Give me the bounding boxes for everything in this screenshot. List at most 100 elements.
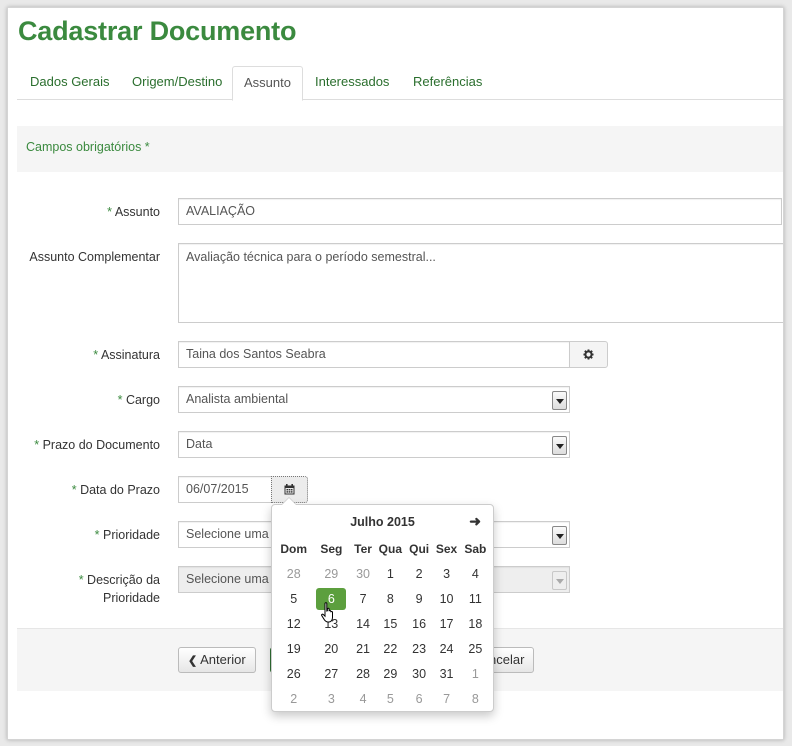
data-prazo-input[interactable]: 06/07/2015 — [178, 476, 272, 503]
datepicker-day[interactable]: 30 — [406, 661, 433, 686]
chevron-down-icon[interactable] — [552, 391, 567, 410]
datepicker-day[interactable]: 3 — [311, 686, 351, 711]
datepicker-week-row: 28 29 30 1 2 3 4 — [276, 561, 490, 586]
datepicker-day[interactable]: 4 — [461, 561, 490, 586]
datepicker-day[interactable]: 22 — [375, 636, 406, 661]
hand-cursor-icon — [321, 602, 333, 623]
datepicker-day[interactable]: 29 — [311, 561, 351, 586]
datepicker-day[interactable]: 25 — [461, 636, 490, 661]
datepicker-day-label: 30 — [356, 566, 370, 581]
required-mark: * — [107, 205, 113, 219]
datepicker-day[interactable]: 10 — [432, 586, 460, 611]
datepicker-week-row: 5 6 7 8 9 10 11 — [276, 586, 490, 611]
weekday-header: Qui — [409, 542, 430, 556]
datepicker-day[interactable]: 8 — [375, 586, 406, 611]
datepicker-day[interactable]: 29 — [375, 661, 406, 686]
datepicker-day[interactable]: 28 — [276, 561, 311, 586]
datepicker-day-label: 21 — [356, 641, 370, 656]
datepicker-day-label: 22 — [383, 641, 398, 656]
datepicker-day-label: 6 — [415, 691, 423, 706]
assunto-input[interactable]: AVALIAÇÃO — [178, 198, 782, 225]
datepicker-week-row: 19 20 21 22 23 24 25 — [276, 636, 490, 661]
cargo-select[interactable]: Analista ambiental — [178, 386, 570, 413]
datepicker-day[interactable]: 9 — [406, 586, 433, 611]
datepicker-day-label: 29 — [324, 566, 339, 581]
assunto-complementar-textarea[interactable]: Avaliação técnica para o período semestr… — [178, 243, 783, 323]
datepicker-day-label: 28 — [356, 666, 370, 681]
arrow-right-icon[interactable]: ➜ — [469, 513, 481, 530]
datepicker-day[interactable]: 6 — [406, 686, 433, 711]
datepicker-day[interactable]: 23 — [406, 636, 433, 661]
datepicker-day[interactable]: 2 — [406, 561, 433, 586]
datepicker-day-label: 30 — [412, 666, 427, 681]
datepicker-day[interactable]: 11 — [461, 586, 490, 611]
datepicker-day[interactable]: 16 — [406, 611, 433, 636]
datepicker-day[interactable]: 7 — [432, 686, 460, 711]
prazo-select[interactable]: Data — [178, 431, 570, 458]
chevron-down-icon — [552, 571, 567, 590]
datepicker-day[interactable]: 1 — [375, 561, 406, 586]
prioridade-label: * Prioridade — [17, 527, 160, 543]
tab-origem-destino[interactable]: Origem/Destino — [121, 66, 233, 100]
datepicker-day[interactable]: 17 — [432, 611, 460, 636]
cargo-label-text: Cargo — [125, 393, 160, 407]
datepicker-day[interactable]: 24 — [432, 636, 460, 661]
datepicker-day-label: 2 — [290, 691, 298, 706]
datepicker-day-label: 31 — [439, 666, 454, 681]
calendar-icon — [284, 484, 295, 495]
datepicker-day-label: 29 — [383, 666, 398, 681]
assunto-label-text: Assunto — [114, 205, 160, 219]
datepicker-day[interactable]: 3 — [432, 561, 460, 586]
tab-assunto[interactable]: Assunto — [232, 66, 303, 101]
datepicker-day-label: 9 — [415, 591, 423, 606]
datepicker-day[interactable]: 28 — [351, 661, 375, 686]
datepicker-day[interactable]: 19 — [276, 636, 311, 661]
weekday-header: Ter — [354, 542, 372, 556]
weekday-header: Seg — [320, 542, 343, 556]
datepicker-day-label: 2 — [415, 566, 423, 581]
datepicker-day-label: 19 — [286, 641, 301, 656]
chevron-down-icon[interactable] — [552, 436, 567, 455]
datepicker-week-row: 2 3 4 5 6 7 8 — [276, 686, 490, 711]
datepicker-day[interactable]: 7 — [351, 586, 375, 611]
datepicker-day[interactable]: 12 — [276, 611, 311, 636]
chevron-down-icon[interactable] — [552, 526, 567, 545]
datepicker-day[interactable]: 2 — [276, 686, 311, 711]
required-mark: * — [94, 528, 100, 542]
datepicker-day[interactable]: 30 — [351, 561, 375, 586]
required-mark: * — [34, 438, 40, 452]
datepicker-day[interactable]: 5 — [276, 586, 311, 611]
datepicker-day[interactable]: 27 — [311, 661, 351, 686]
datepicker-day-label: 20 — [324, 641, 339, 656]
tab-dados-gerais[interactable]: Dados Gerais — [19, 66, 120, 100]
datepicker-day[interactable]: 26 — [276, 661, 311, 686]
cargo-label: * Cargo — [17, 392, 160, 408]
tab-referencias[interactable]: Referências — [402, 66, 493, 100]
datepicker-day-label: 4 — [471, 566, 479, 581]
assinatura-input[interactable]: Taina dos Santos Seabra — [178, 341, 570, 368]
datepicker-day[interactable]: 20 — [311, 636, 351, 661]
weekday-header: Sab — [464, 542, 487, 556]
descricao-prioridade-value: Selecione uma — [186, 572, 269, 586]
descricao-label-line1: Descrição da — [87, 573, 160, 587]
anterior-button[interactable]: ❮ Anterior — [178, 647, 256, 673]
datepicker-day[interactable]: 21 — [351, 636, 375, 661]
datepicker-day[interactable]: 4 — [351, 686, 375, 711]
datepicker-day[interactable]: 18 — [461, 611, 490, 636]
datepicker-day[interactable]: 1 — [461, 661, 490, 686]
datepicker-day[interactable]: 8 — [461, 686, 490, 711]
datepicker-day-label: 8 — [471, 691, 479, 706]
datepicker-day-label: 23 — [412, 641, 427, 656]
chevron-left-icon: ❮ — [188, 655, 198, 667]
assinatura-settings-button[interactable] — [569, 341, 608, 368]
datepicker-day-label: 4 — [359, 691, 367, 706]
datepicker-day-label: 28 — [286, 566, 301, 581]
datepicker-day[interactable]: 5 — [375, 686, 406, 711]
tab-bar: Dados Gerais Origem/Destino Assunto Inte… — [17, 66, 783, 101]
cargo-select-value: Analista ambiental — [186, 392, 289, 406]
datepicker-day[interactable]: 14 — [351, 611, 375, 636]
weekday-header: Dom — [280, 542, 308, 556]
tab-interessados[interactable]: Interessados — [304, 66, 400, 100]
datepicker-day[interactable]: 15 — [375, 611, 406, 636]
datepicker-day[interactable]: 31 — [432, 661, 460, 686]
